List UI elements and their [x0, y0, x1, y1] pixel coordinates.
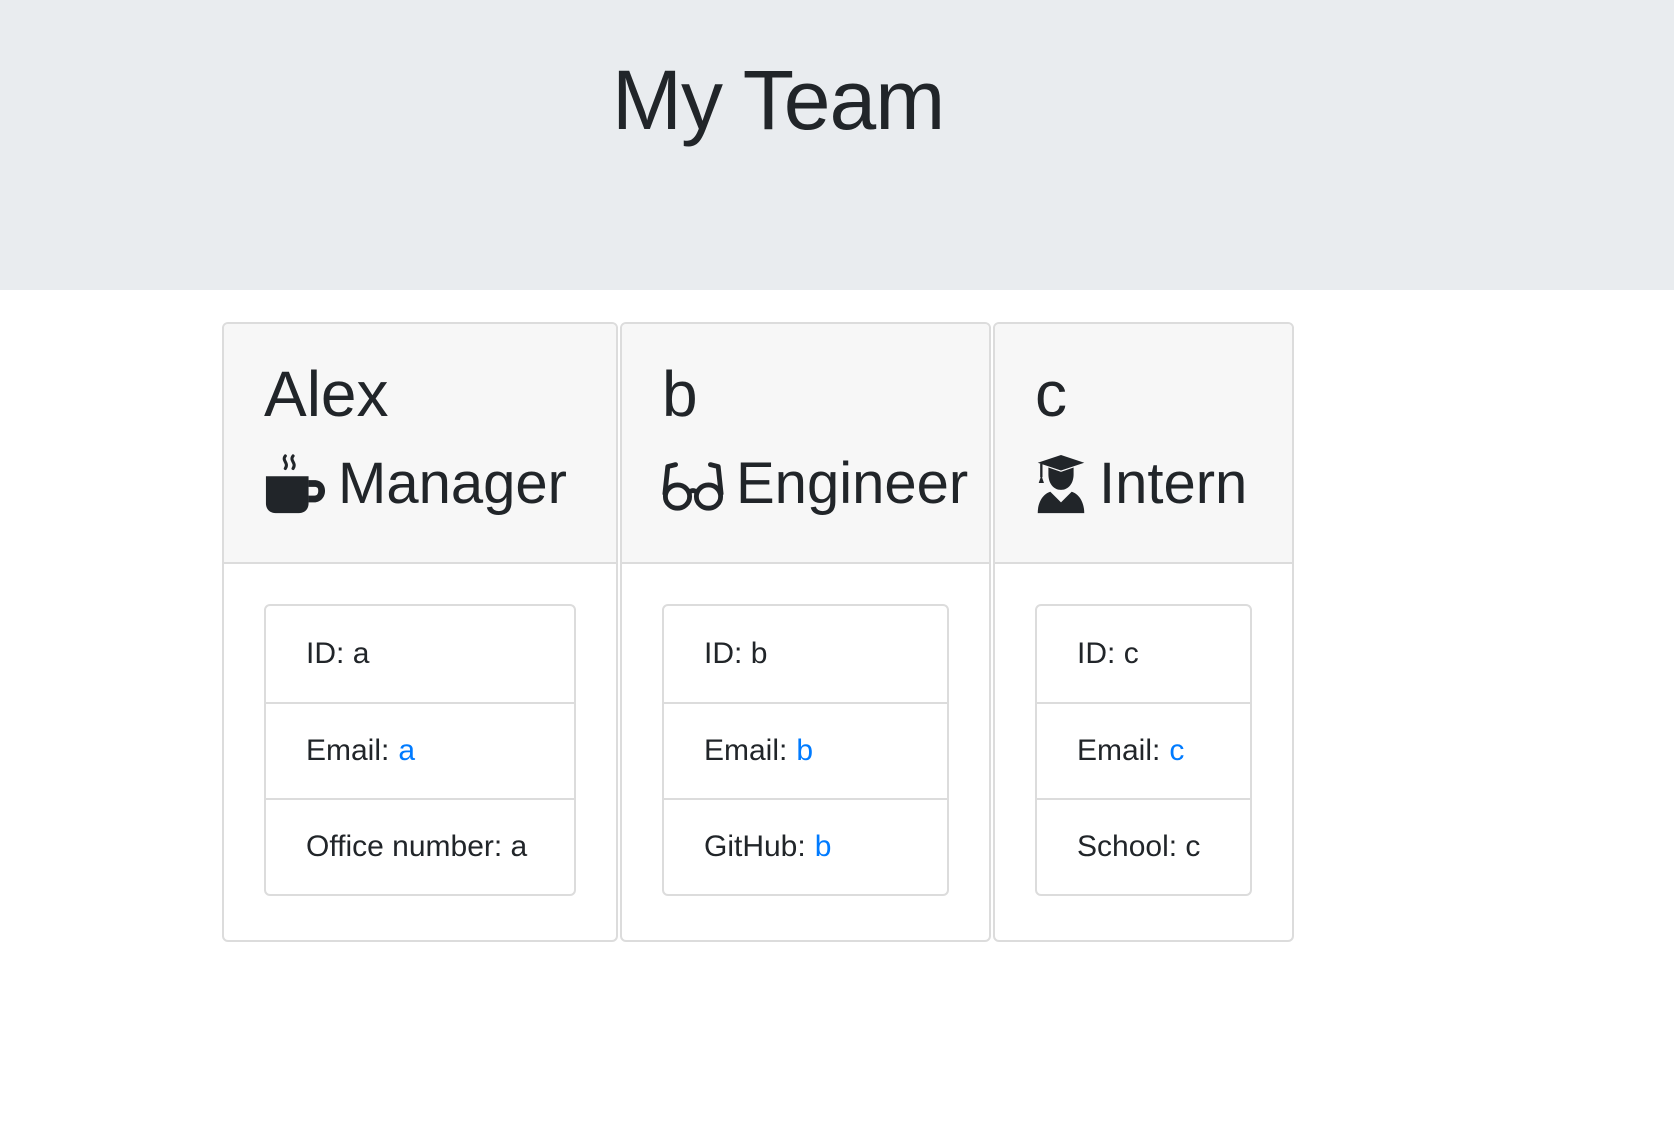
office-number-label: Office number: — [306, 830, 503, 863]
team-cards: Alex Manager ID: a Email: a Office numbe… — [222, 322, 1294, 942]
employee-card-manager: Alex Manager ID: a Email: a Office numbe… — [222, 322, 618, 942]
employee-details-list: ID: b Email: b GitHub: b — [662, 604, 949, 896]
employee-name: b — [662, 358, 698, 430]
role-label: Engineer — [736, 451, 969, 516]
email-item: Email: b — [664, 702, 947, 798]
employee-details-list: ID: a Email: a Office number: a — [264, 604, 576, 896]
id-value: c — [1123, 637, 1139, 670]
employee-role: Engineer — [662, 444, 968, 524]
employee-details-list: ID: c Email: c School: c — [1035, 604, 1252, 896]
school-label: School: — [1077, 830, 1178, 863]
id-label: ID: — [306, 637, 345, 670]
card-body: ID: b Email: b GitHub: b — [622, 564, 989, 896]
role-label: Intern — [1099, 451, 1248, 516]
email-item: Email: c — [1037, 702, 1250, 798]
github-label: GitHub: — [704, 830, 806, 863]
id-label: ID: — [1077, 637, 1116, 670]
id-value: b — [750, 637, 768, 670]
card-header: b Engineer — [622, 324, 989, 564]
card-body: ID: c Email: c School: c — [995, 564, 1292, 896]
office-number-item: Office number: a — [266, 798, 574, 894]
role-label: Manager — [338, 451, 567, 516]
jumbotron-header: My Team — [0, 0, 1674, 290]
school-value: c — [1185, 830, 1201, 863]
employee-role: Intern — [1035, 444, 1252, 524]
id-label: ID: — [704, 637, 743, 670]
email-item: Email: a — [266, 702, 574, 798]
email-link[interactable]: a — [398, 734, 415, 768]
id-item: ID: c — [1037, 606, 1250, 702]
mug-hot-icon — [264, 453, 326, 515]
email-link[interactable]: c — [1169, 734, 1184, 768]
id-value: a — [352, 637, 370, 670]
github-item: GitHub: b — [664, 798, 947, 894]
id-item: ID: b — [664, 606, 947, 702]
card-body: ID: a Email: a Office number: a — [224, 564, 616, 896]
id-item: ID: a — [266, 606, 574, 702]
office-number-value: a — [510, 830, 528, 863]
email-link[interactable]: b — [796, 734, 813, 768]
employee-card-intern: c Intern ID: c Email: c School: c — [993, 322, 1294, 942]
school-item: School: c — [1037, 798, 1250, 894]
email-label: Email: — [306, 734, 390, 767]
employee-name: c — [1035, 358, 1067, 430]
page-title: My Team — [612, 53, 945, 147]
user-graduate-icon — [1035, 453, 1087, 515]
github-link[interactable]: b — [815, 830, 832, 864]
email-label: Email: — [704, 734, 788, 767]
card-header: Alex Manager — [224, 324, 616, 564]
email-label: Email: — [1077, 734, 1161, 767]
employee-card-engineer: b Engineer ID: b Email: b GitHub: b — [620, 322, 991, 942]
glasses-icon — [662, 453, 724, 515]
employee-role: Manager — [264, 444, 576, 524]
employee-name: Alex — [264, 358, 389, 430]
card-header: c Intern — [995, 324, 1292, 564]
